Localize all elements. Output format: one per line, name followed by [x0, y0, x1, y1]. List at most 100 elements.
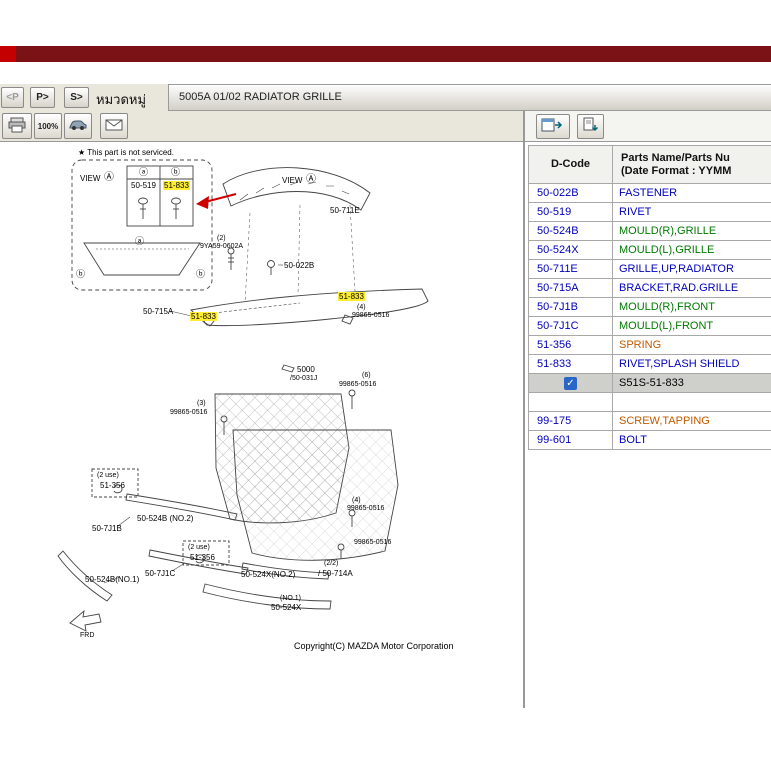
part-name: RIVET,SPLASH SHIELD [613, 355, 771, 374]
part-name: SPRING [613, 336, 771, 355]
part-code-link[interactable]: 51-356 [529, 336, 613, 355]
part-name: MOULD(L),GRILLE [613, 241, 771, 260]
print-button[interactable] [2, 113, 32, 139]
frd-direction-label: FRD [80, 632, 94, 640]
view-a-marker: Ⓐ [104, 172, 114, 184]
part-code-link[interactable]: 50-524X [529, 241, 613, 260]
diagram-label: / 50-714A [318, 569, 353, 578]
figure-title: 5005A 01/02 RADIATOR GRILLE [179, 91, 342, 103]
table-row: 99-175SCREW,TAPPING [529, 412, 771, 431]
diagram-label: 99865-0516 [339, 381, 376, 389]
transfer-parts-button[interactable] [536, 114, 570, 139]
diagram-label: 5000 [297, 365, 315, 374]
parts-diagram: ★ This part is not serviced. VIEW Ⓐⓐ ⓑ 50-51… [0, 143, 522, 703]
part-code-link[interactable]: 50-519 [529, 203, 613, 222]
email-icon [105, 119, 123, 131]
prev-page-button[interactable]: <P [1, 87, 24, 108]
figure-title-bar: 5005A 01/02 RADIATOR GRILLE [168, 84, 771, 111]
diagram-label: (6) [362, 372, 371, 380]
print-icon [8, 117, 26, 133]
part-name: BRACKET,RAD.GRILLE [613, 279, 771, 298]
part-name: SCREW,TAPPING [613, 412, 771, 431]
zoom-100-button[interactable]: 100% [34, 113, 62, 139]
zoom-100-icon: 100% [38, 122, 58, 131]
export-list-button[interactable] [577, 114, 604, 139]
part-name: RIVET [613, 203, 771, 222]
diagram-label: 50-715A [143, 307, 173, 316]
diagram-label: 50-524B (NO.2) [137, 514, 193, 523]
part-code-link[interactable]: 50-022B [529, 184, 613, 203]
part-code-link[interactable]: 51-833 [529, 355, 613, 374]
highlighted-part-label: 51-833 [190, 312, 217, 321]
sections-button[interactable]: S> [64, 87, 89, 108]
category-tab[interactable]: หมวดหมู่ [96, 89, 146, 110]
diagram-label: ⓑ [196, 269, 205, 279]
vehicle-info-button[interactable] [64, 113, 92, 139]
part-code-link[interactable]: 50-715A [529, 279, 613, 298]
diagram-label: 99865-0516 [347, 505, 384, 513]
diagram-label: ⓑ [76, 269, 85, 279]
diagram-label: 99865-0516 [352, 312, 389, 320]
table-row: 50-7J1CMOULD(L),FRONT [529, 317, 771, 336]
selected-part-number: S51S-51-833 [613, 374, 771, 393]
diagram-label: (2 use) [188, 544, 210, 552]
next-page-button[interactable]: P> [30, 87, 55, 108]
diagram-label: (4) [352, 497, 361, 505]
copyright-text: Copyright(C) MAZDA Motor Corporation [294, 641, 454, 651]
table-row: 50-715ABRACKET,RAD.GRILLE [529, 279, 771, 298]
table-header-row: D-Code Parts Name/Parts Nu (Date Format … [529, 146, 771, 184]
parts-name-header-line1: Parts Name/Parts Nu [621, 152, 771, 165]
diagram-label: (2 use) [97, 472, 119, 480]
table-row: 50-022BFASTENER [529, 184, 771, 203]
part-code-link[interactable]: 50-7J1C [529, 317, 613, 336]
diagram-label: (4) [357, 304, 366, 312]
diagram-labels: ★ This part is not serviced. VIEW Ⓐⓐ ⓑ 50-51… [0, 143, 522, 703]
panel-divider [523, 111, 525, 708]
table-row [529, 393, 771, 412]
part-name: FASTENER [613, 184, 771, 203]
tools-toolbar: 100% [0, 111, 771, 142]
column-header-dcode: D-Code [529, 146, 613, 184]
export-list-icon [582, 117, 599, 133]
table-row: ✓ S51S-51-833 [529, 374, 771, 393]
view-a-label: VIEW [80, 174, 100, 183]
diagram-label: (NO.1) [280, 595, 301, 603]
table-row: 51-356SPRING [529, 336, 771, 355]
diagram-label: ⓐ [139, 167, 148, 177]
diagram-label: (2) [217, 235, 226, 243]
app-banner-accent [0, 46, 16, 62]
diagram-label: (3) [197, 400, 206, 408]
part-code-link[interactable]: 99-175 [529, 412, 613, 431]
part-name: MOULD(R),GRILLE [613, 222, 771, 241]
part-code-link[interactable]: 99-601 [529, 431, 613, 450]
table-row: 50-524BMOULD(R),GRILLE [529, 222, 771, 241]
diagram-label: 51-356 [190, 553, 215, 562]
parts-table-body: 50-022BFASTENER50-519RIVET50-524BMOULD(R… [529, 184, 771, 450]
table-row: 50-524XMOULD(L),GRILLE [529, 241, 771, 260]
diagram-label: 50-7J1B [92, 524, 122, 533]
diagram-label: ⓑ [171, 167, 180, 177]
email-button[interactable] [100, 113, 128, 139]
part-name: MOULD(L),FRONT [613, 317, 771, 336]
view-a-marker: Ⓐ [306, 174, 316, 186]
diagram-label: 9YA59-0602A [200, 243, 243, 251]
table-row: 99-601BOLT [529, 431, 771, 450]
not-serviced-note: ★ This part is not serviced. [78, 148, 174, 157]
table-row: 50-711EGRILLE,UP,RADIATOR [529, 260, 771, 279]
diagram-label: 50-022B [284, 261, 314, 270]
part-code-link[interactable]: 50-711E [529, 260, 613, 279]
part-select-checkbox[interactable]: ✓ [564, 377, 577, 390]
diagram-label: (2/2) [324, 560, 338, 568]
part-code-link[interactable]: 50-524B [529, 222, 613, 241]
table-row: 50-519RIVET [529, 203, 771, 222]
diagram-label: 50-524B(NO.1) [85, 575, 139, 584]
vehicle-icon [68, 119, 88, 131]
parts-name-header-line2: (Date Format : YYMM [621, 165, 771, 178]
diagram-label: 99865-0516 [170, 409, 207, 417]
parts-table: D-Code Parts Name/Parts Nu (Date Format … [528, 145, 771, 450]
diagram-label: /50-031J [290, 375, 317, 383]
part-code-link[interactable]: 50-7J1B [529, 298, 613, 317]
navigation-toolbar: <P P> S> หมวดหมู่ 5005A 01/02 RADIATOR G… [0, 84, 771, 111]
diagram-label: 50-519 [131, 181, 156, 190]
part-name: GRILLE,UP,RADIATOR [613, 260, 771, 279]
